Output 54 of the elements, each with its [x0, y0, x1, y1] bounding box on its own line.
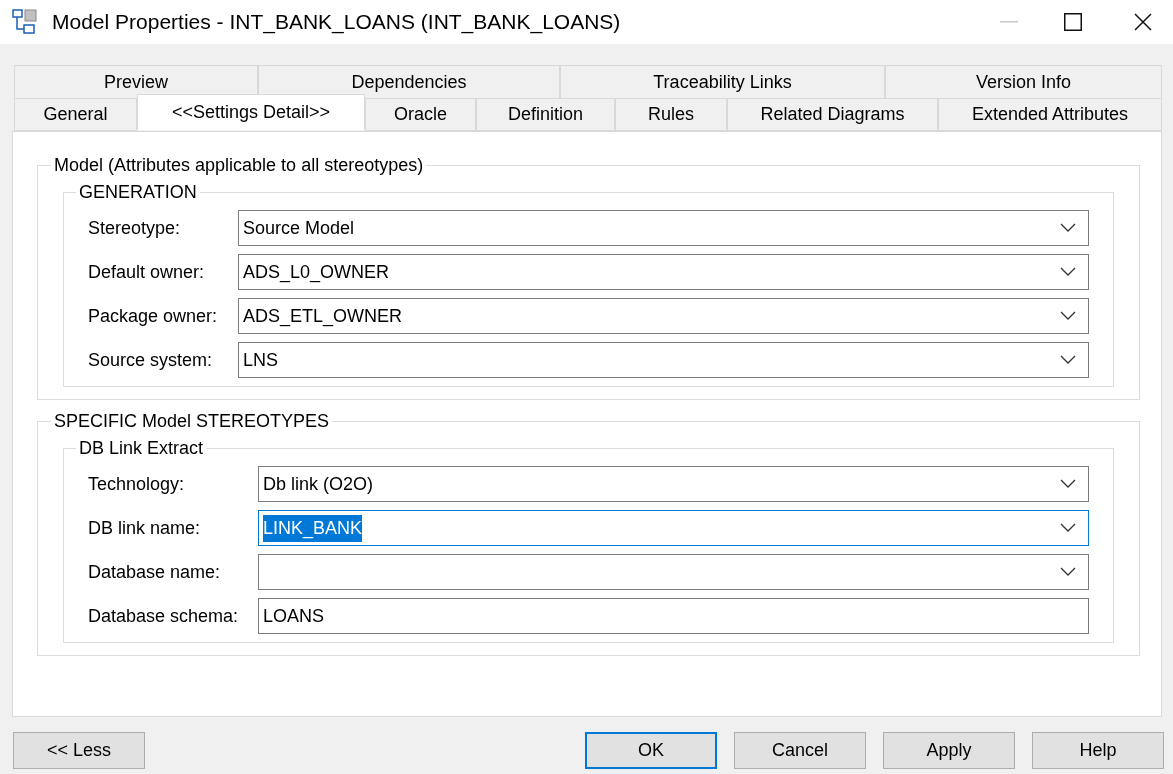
field-label: Package owner:: [88, 304, 219, 328]
dropdown-field[interactable]: Source Model: [238, 210, 1089, 246]
text-field[interactable]: LOANS: [258, 598, 1089, 634]
field-label: DB link name:: [88, 516, 202, 540]
field-value: Source Model: [243, 216, 355, 240]
field-label: Technology:: [88, 472, 186, 496]
app-icon: [12, 9, 38, 35]
dialog-button[interactable]: OK: [585, 732, 717, 769]
chevron-down-icon: [1060, 223, 1076, 233]
tab[interactable]: Traceability Links: [560, 65, 885, 98]
field-value: LOANS: [263, 604, 325, 628]
tab[interactable]: Dependencies: [258, 65, 560, 98]
tab[interactable]: Related Diagrams: [727, 98, 938, 131]
dropdown-field[interactable]: ADS_ETL_OWNER: [238, 298, 1089, 334]
dialog-button[interactable]: Help: [1032, 732, 1164, 769]
dropdown-field[interactable]: Db link (O2O): [258, 466, 1089, 502]
field-value: LNS: [243, 348, 278, 372]
tab[interactable]: <<Settings Detail>>: [137, 94, 365, 130]
dialog-button[interactable]: Cancel: [734, 732, 866, 769]
group-title: Model (Attributes applicable to all stereotypes): [53, 154, 425, 177]
tab[interactable]: Oracle: [365, 98, 476, 131]
tab[interactable]: Preview: [14, 65, 258, 98]
field-value: LINK_BANK: [263, 514, 363, 542]
field-value: Db link (O2O): [263, 472, 374, 496]
close-icon[interactable]: [1134, 13, 1152, 31]
tab[interactable]: Extended Attributes: [938, 98, 1162, 131]
field-label: Source system:: [88, 348, 214, 372]
tab[interactable]: Definition: [476, 98, 615, 131]
group-title: SPECIFIC Model STEREOTYPES: [53, 410, 331, 433]
chevron-down-icon: [1060, 567, 1076, 577]
group-title: GENERATION: [78, 181, 198, 204]
chevron-down-icon: [1060, 267, 1076, 277]
field-label: Stereotype:: [88, 216, 182, 240]
chevron-down-icon: [1060, 355, 1076, 365]
dropdown-field[interactable]: ADS_L0_OWNER: [238, 254, 1089, 290]
field-label: Default owner:: [88, 260, 206, 284]
dropdown-field[interactable]: [258, 554, 1089, 590]
dropdown-field[interactable]: LINK_BANK: [258, 510, 1089, 546]
chevron-down-icon: [1060, 523, 1076, 533]
dialog-button[interactable]: << Less: [13, 732, 145, 769]
tab[interactable]: Rules: [615, 98, 727, 131]
tab[interactable]: General: [14, 98, 137, 131]
dialog-button[interactable]: Apply: [883, 732, 1015, 769]
field-label: Database name:: [88, 560, 222, 584]
window-title: Model Properties - INT_BANK_LOANS (INT_BANK_LOANS): [52, 9, 622, 36]
tab[interactable]: Version Info: [885, 65, 1162, 98]
group-title: DB Link Extract: [78, 437, 205, 460]
field-value: ADS_L0_OWNER: [243, 260, 390, 285]
field-value: ADS_ETL_OWNER: [243, 304, 403, 329]
chevron-down-icon: [1060, 479, 1076, 489]
chevron-down-icon: [1060, 311, 1076, 321]
maximize-icon[interactable]: [1064, 13, 1082, 31]
dropdown-field[interactable]: LNS: [238, 342, 1089, 378]
field-label: Database schema:: [88, 604, 240, 628]
